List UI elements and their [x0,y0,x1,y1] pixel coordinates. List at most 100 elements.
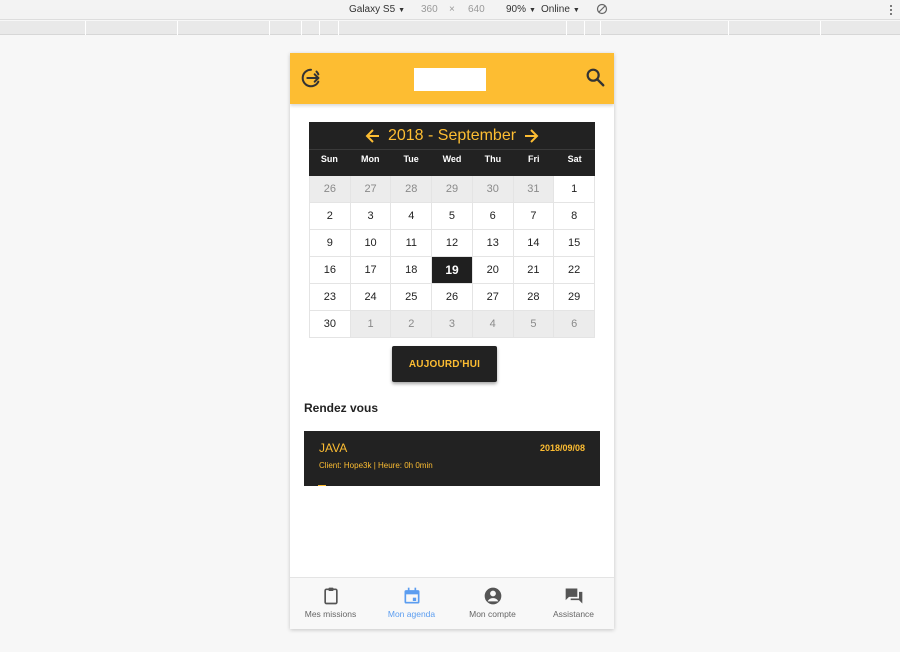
calendar-day[interactable]: 26 [432,284,473,311]
chat-icon [565,588,582,604]
media-query-ruler [0,21,900,35]
app-bar [290,53,614,104]
calendar-day[interactable]: 11 [391,230,433,257]
account-icon [484,587,501,605]
network-value: Online [541,4,570,15]
weekday-label: Tue [403,154,419,164]
device-name: Galaxy S5 [349,4,396,15]
calendar-day[interactable]: 10 [350,230,392,257]
chevron-down-icon: ▼ [398,7,406,14]
calendar-day[interactable]: 15 [554,230,595,257]
calendar-year: 2018 [387,126,424,144]
calendar-day[interactable]: 26 [310,176,351,203]
section-title: Rendez vous [304,401,379,415]
weekday-label: Sun [320,154,338,164]
arrow-left-icon[interactable] [365,128,381,144]
calendar-day[interactable]: 20 [472,257,514,284]
nav-mes-missions[interactable]: Mes missions [290,578,371,629]
device-select[interactable]: Galaxy S5 ▼ [349,4,405,15]
weekday-label: Sat [567,154,582,164]
calendar-day[interactable]: 1 [554,176,595,203]
clipboard-icon [323,587,338,605]
calendar-day[interactable]: 17 [350,257,392,284]
calendar-day[interactable]: 5 [432,203,473,230]
calendar-day[interactable]: 29 [554,284,595,311]
zoom-value: 90% [506,4,527,15]
phone-viewport: 2018 - September Sun Mon Tue Wed Thu Fri… [290,53,614,629]
app-logo [414,68,486,91]
today-button[interactable]: AUJOURD'HUI [392,346,497,382]
calendar-day[interactable]: 25 [391,284,433,311]
calendar-day[interactable]: 27 [350,176,392,203]
calendar-day[interactable]: 30 [472,176,514,203]
calendar-day[interactable]: 21 [513,257,555,284]
calendar-day[interactable]: 18 [391,257,433,284]
card-indicator [318,485,326,486]
calendar-day[interactable]: 6 [472,203,514,230]
weekday-label: Thu [484,154,502,164]
calendar-day[interactable]: 27 [472,284,514,311]
calendar-day[interactable]: 5 [513,311,555,338]
chevron-down-icon: ▼ [529,7,536,14]
calendar-day[interactable]: 9 [310,230,351,257]
calendar-day[interactable]: 24 [350,284,392,311]
calendar-day[interactable]: 7 [513,203,555,230]
calendar: 2018 - September Sun Mon Tue Wed Thu Fri… [309,122,595,338]
calendar-day[interactable]: 4 [391,203,433,230]
viewport-width[interactable]: 360 [421,4,438,15]
calendar-day[interactable]: 30 [310,311,351,338]
calendar-header: 2018 - September [309,122,595,149]
dimension-times: × [449,4,455,15]
appointment-card[interactable]: JAVA 2018/09/08 Client: Hope3k | Heure: … [304,431,600,486]
calendar-day[interactable]: 3 [350,203,392,230]
nav-label: Mes missions [304,609,357,619]
appointment-name: JAVA [319,441,348,455]
calendar-day-today[interactable]: 19 [432,257,473,284]
arrow-right-icon[interactable] [523,128,539,144]
calendar-day[interactable]: 28 [513,284,555,311]
calendar-day[interactable]: 4 [472,311,514,338]
nav-label: Mon agenda [387,609,436,619]
weekday-header: Sun Mon Tue Wed Thu Fri Sat [309,149,595,176]
calendar-icon [404,587,419,604]
appointment-date: 2018/09/08 [539,443,585,453]
weekday-label: Mon [361,154,380,164]
calendar-day[interactable]: 28 [391,176,433,203]
calendar-month: September [437,126,517,144]
appointment-meta: Client: Hope3k | Heure: 0h 0min [319,461,433,470]
calendar-separator: - [428,126,434,144]
calendar-day[interactable]: 14 [513,230,555,257]
more-options-icon[interactable] [890,3,892,17]
calendar-day[interactable]: 8 [554,203,595,230]
chevron-down-icon: ▼ [572,7,580,14]
calendar-day[interactable]: 3 [432,311,473,338]
calendar-day[interactable]: 1 [350,311,392,338]
weekday-label: Wed [442,154,462,164]
calendar-day[interactable]: 16 [310,257,351,284]
nav-mon-compte[interactable]: Mon compte [452,578,533,629]
nav-label: Assistance [552,609,595,619]
viewport-height[interactable]: 640 [468,4,485,15]
bottom-nav: Mes missions Mon agenda Mon compte Assis… [290,577,614,629]
calendar-day[interactable]: 31 [513,176,555,203]
nav-mon-agenda[interactable]: Mon agenda [371,578,452,629]
calendar-day[interactable]: 13 [472,230,514,257]
weekday-label: Fri [527,154,540,164]
calendar-day[interactable]: 29 [432,176,473,203]
logout-icon[interactable] [300,67,322,89]
zoom-select[interactable]: 90% ▼ [506,4,536,15]
calendar-grid: 26 27 28 29 30 31 1 2 3 4 5 6 7 8 9 10 11 12 13 14 15 16 17 18 1… [309,176,595,338]
calendar-day[interactable]: 6 [554,311,595,338]
nav-label: Mon compte [469,609,516,619]
calendar-day[interactable]: 12 [432,230,473,257]
rotate-icon[interactable] [596,3,608,18]
calendar-day[interactable]: 2 [310,203,351,230]
devtools-toolbar: Galaxy S5 ▼ 360 × 640 90% ▼ Online ▼ [0,0,900,20]
calendar-day[interactable]: 22 [554,257,595,284]
search-icon[interactable] [584,66,606,88]
calendar-day[interactable]: 23 [310,284,351,311]
network-select[interactable]: Online ▼ [541,4,580,15]
calendar-title: 2018 - September [388,127,516,145]
nav-assistance[interactable]: Assistance [533,578,614,629]
calendar-day[interactable]: 2 [391,311,433,338]
